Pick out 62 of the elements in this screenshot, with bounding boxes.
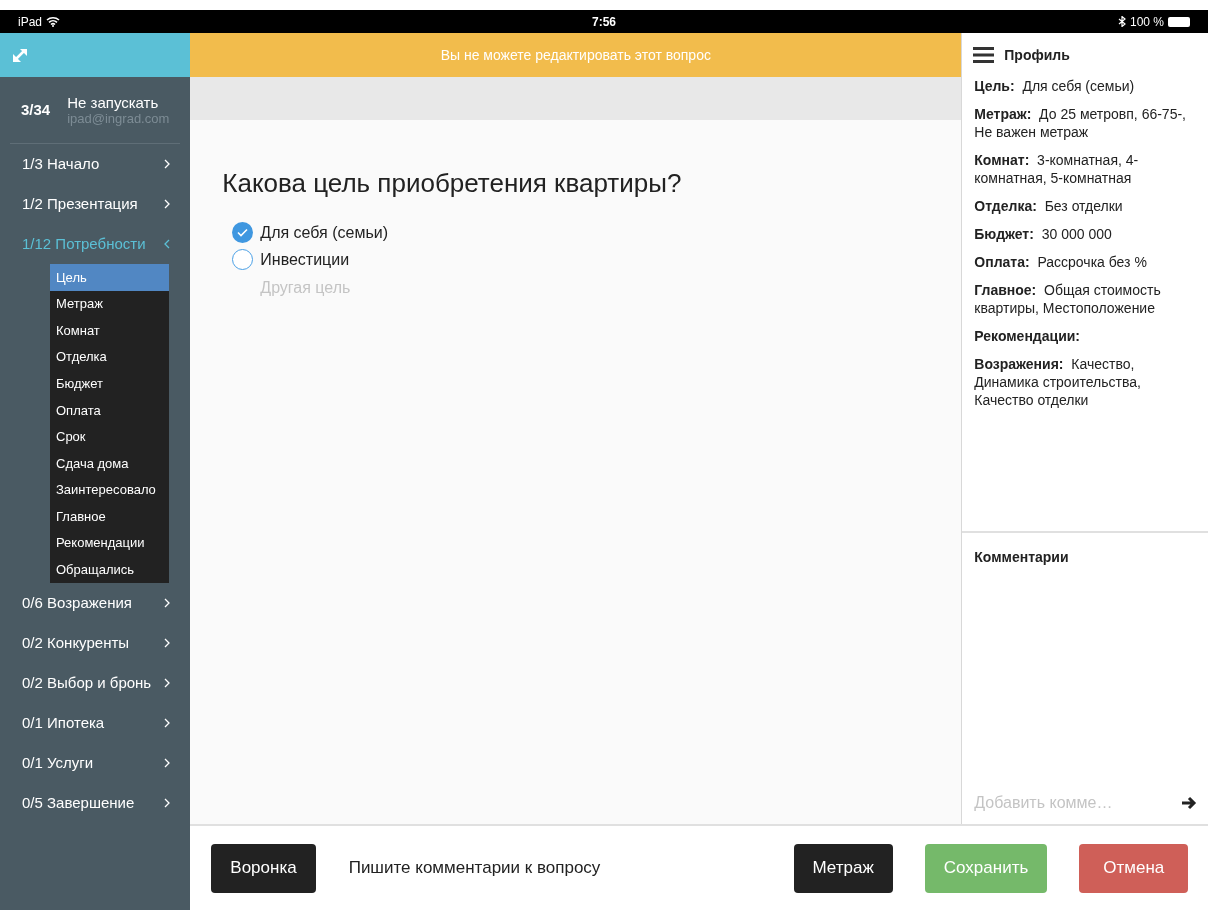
chevron-icon xyxy=(164,758,171,769)
subsection-item[interactable]: Метраж xyxy=(50,290,169,318)
radio-option[interactable]: Инвестиции xyxy=(232,246,930,273)
battery-level: 100 % xyxy=(1129,13,1164,31)
question-title: Какова цель приобретения квартиры? xyxy=(222,167,683,200)
send-arrow-icon[interactable] xyxy=(1181,796,1198,810)
subsection-item[interactable]: Отделка xyxy=(50,343,169,371)
radio-button[interactable] xyxy=(232,249,254,270)
read-only-banner: Вы не можете редактировать этот вопрос xyxy=(190,33,962,77)
sidebar-section[interactable]: 1/2 Презентация xyxy=(0,184,191,224)
chevron-icon xyxy=(164,598,171,609)
radio-button[interactable] xyxy=(232,222,254,243)
sidebar-section[interactable]: 0/2 Выбор и бронь xyxy=(0,663,191,704)
profile-field: Цель: Для себя (семьи) xyxy=(974,77,1198,95)
radio-option[interactable]: Для себя (семьи) xyxy=(232,219,930,246)
profile-field: Оплата: Рассрочка без % xyxy=(974,253,1198,271)
subsection-item[interactable]: Главное xyxy=(50,503,169,530)
chevron-icon xyxy=(164,199,171,209)
subsection-item[interactable]: Комнат xyxy=(50,317,169,344)
chevron-icon xyxy=(164,678,171,689)
battery-icon xyxy=(1168,16,1190,27)
chevron-icon xyxy=(164,798,171,809)
footer-button[interactable]: Отмена xyxy=(1079,843,1189,893)
profile-field: Возражения: Качество, Динамика строительства, Качество отделки xyxy=(974,355,1198,409)
comments-title: Комментарии xyxy=(974,548,1070,567)
subsection-item[interactable]: Оплата xyxy=(50,396,169,424)
subsection-item[interactable]: Срок xyxy=(50,423,169,451)
profile-field: Метраж: До 25 метровп, 66-75-, Не важен метраж xyxy=(974,105,1198,141)
client-name: Не запускать xyxy=(67,94,160,111)
subsection-item[interactable]: Цель xyxy=(50,264,169,291)
sidebar-section[interactable]: 0/2 Конкуренты xyxy=(0,623,191,664)
clock-time: 7:56 xyxy=(592,14,616,29)
subsection-item[interactable]: Обращались xyxy=(50,556,169,584)
chevron-icon xyxy=(164,718,171,729)
sidebar-section[interactable]: 0/1 Услуги xyxy=(0,743,191,784)
comment-field[interactable]: Добавить комме… xyxy=(974,790,1182,816)
subsection-item[interactable]: Заинтересовало xyxy=(50,476,169,504)
profile-field: Рекомендации: xyxy=(974,327,1198,345)
profile-field: Отделка: Без отделки xyxy=(974,197,1198,215)
bluetooth-icon xyxy=(1117,16,1126,27)
sidebar-section[interactable]: 0/6 Возражения xyxy=(0,583,191,624)
profile-field: Бюджет: 30 000 000 xyxy=(974,225,1198,243)
subsection-item[interactable]: Сдача дома xyxy=(50,450,169,477)
subsection-item[interactable]: Рекомендации xyxy=(50,529,169,557)
chevron-icon xyxy=(164,159,171,169)
subsection-item[interactable]: Бюджет xyxy=(50,370,169,397)
chevron-icon xyxy=(164,638,171,649)
menu-icon[interactable] xyxy=(973,47,995,63)
chevron-icon xyxy=(164,239,171,249)
profile-field: Комнат: 3-комнатная, 4-комнатная, 5-комнатная xyxy=(974,151,1198,187)
profile-field: Главное: Общая стоимость квартиры, Местоположение xyxy=(974,281,1198,317)
footer-button[interactable]: Метраж xyxy=(793,843,893,893)
profile-title: Профиль xyxy=(1004,45,1070,65)
sidebar-section[interactable]: 0/5 Завершение xyxy=(0,783,191,824)
device-name: iPad xyxy=(18,13,43,31)
question-counter: 3/34 xyxy=(21,99,51,120)
wifi-icon xyxy=(46,16,61,27)
sidebar-section[interactable]: 1/3 Начало xyxy=(0,144,191,184)
footer-button[interactable]: Воронка xyxy=(211,843,316,893)
hint-text: Пишите комментарии к вопросу xyxy=(348,857,601,880)
sidebar-section[interactable]: 0/1 Ипотека xyxy=(0,703,191,744)
checkmark-icon xyxy=(237,228,249,237)
